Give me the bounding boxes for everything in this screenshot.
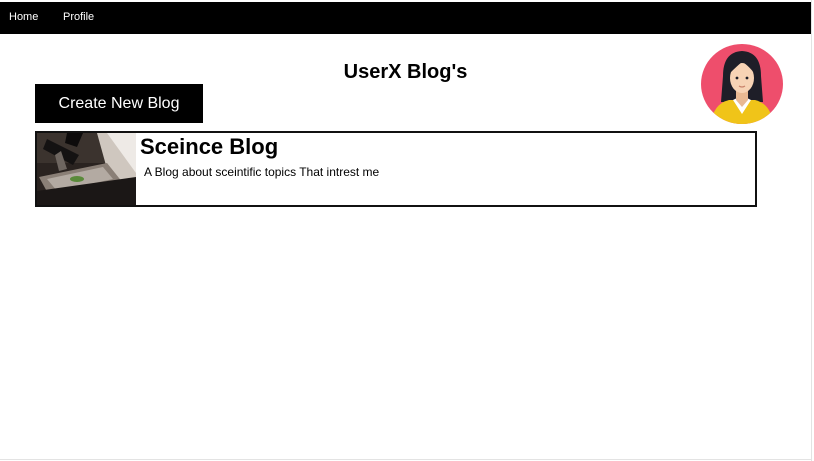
blog-description: A Blog about sceintific topics That intr…: [144, 165, 380, 179]
user-avatar[interactable]: [701, 44, 783, 124]
woman-avatar-icon: [701, 44, 783, 124]
nav-home-link[interactable]: Home: [9, 10, 38, 24]
blog-title[interactable]: Sceince Blog: [140, 134, 278, 160]
page-right-border: [811, 0, 812, 461]
nav-profile-link[interactable]: Profile: [63, 10, 94, 24]
create-new-blog-button[interactable]: Create New Blog: [35, 84, 203, 123]
page: Home Profile UserX Blog's Create New Blo…: [0, 0, 814, 461]
microscope-image: [37, 133, 136, 205]
top-navbar: Home Profile: [0, 2, 811, 34]
blog-card[interactable]: Sceince Blog A Blog about sceintific top…: [35, 131, 757, 207]
page-title: UserX Blog's: [343, 61, 468, 83]
page-bottom-border: [0, 459, 812, 460]
